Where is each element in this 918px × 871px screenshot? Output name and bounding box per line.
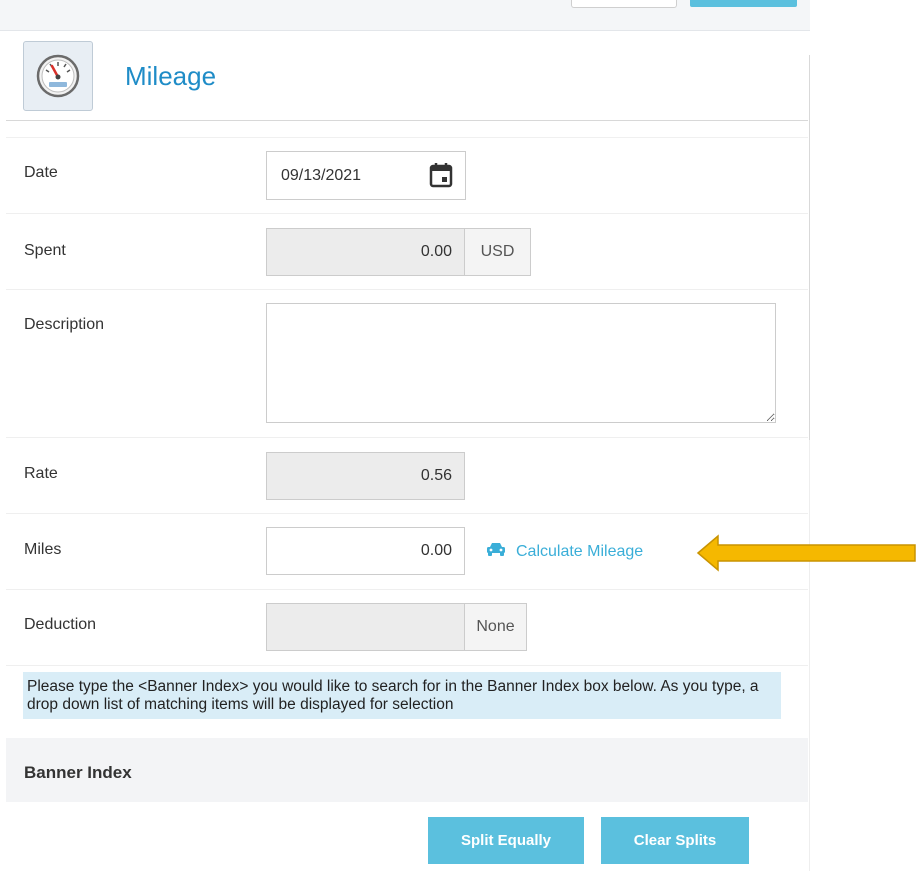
deduction-input [266, 603, 465, 651]
clear-splits-button[interactable]: Clear Splits [601, 817, 749, 864]
banner-index-title: Banner Index [24, 763, 132, 782]
description-label: Description [24, 316, 105, 333]
left-arrow-icon [696, 533, 918, 578]
top-toolbar [0, 0, 810, 31]
miles-label: Miles [24, 541, 62, 558]
header-divider [6, 121, 808, 138]
deduction-addon: None [465, 603, 527, 651]
rate-label: Rate [24, 465, 58, 482]
toolbar-button-primary[interactable] [690, 0, 797, 7]
spent-value: 0.00 [420, 243, 452, 260]
banner-index-section: Banner Index [6, 738, 808, 802]
description-textarea[interactable] [266, 303, 776, 423]
date-value: 09/13/2021 [281, 166, 362, 184]
panel-border [809, 440, 810, 871]
rate-value: 0.56 [420, 467, 452, 484]
speedometer-icon [23, 41, 93, 111]
miles-value: 0.00 [420, 542, 452, 559]
calendar-icon[interactable] [429, 162, 453, 193]
scrollbar[interactable] [809, 55, 810, 440]
rate-input: 0.56 [266, 452, 465, 500]
spent-label: Spent [24, 242, 66, 259]
date-label: Date [24, 164, 58, 181]
toolbar-button-secondary[interactable] [571, 0, 677, 8]
page-header: Mileage [6, 31, 808, 121]
currency-addon: USD [465, 228, 531, 276]
deduction-label: Deduction [24, 616, 97, 633]
spent-input: 0.00 [266, 228, 465, 276]
car-icon [486, 541, 506, 562]
miles-input[interactable]: 0.00 [266, 527, 465, 575]
page-title: Mileage [125, 61, 217, 91]
info-message: Please type the <Banner Index> you would… [23, 672, 781, 719]
calculate-mileage-label: Calculate Mileage [516, 542, 644, 560]
date-input[interactable]: 09/13/2021 [266, 151, 466, 200]
split-equally-button[interactable]: Split Equally [428, 817, 584, 864]
calculate-mileage-link[interactable]: Calculate Mileage [486, 541, 643, 562]
